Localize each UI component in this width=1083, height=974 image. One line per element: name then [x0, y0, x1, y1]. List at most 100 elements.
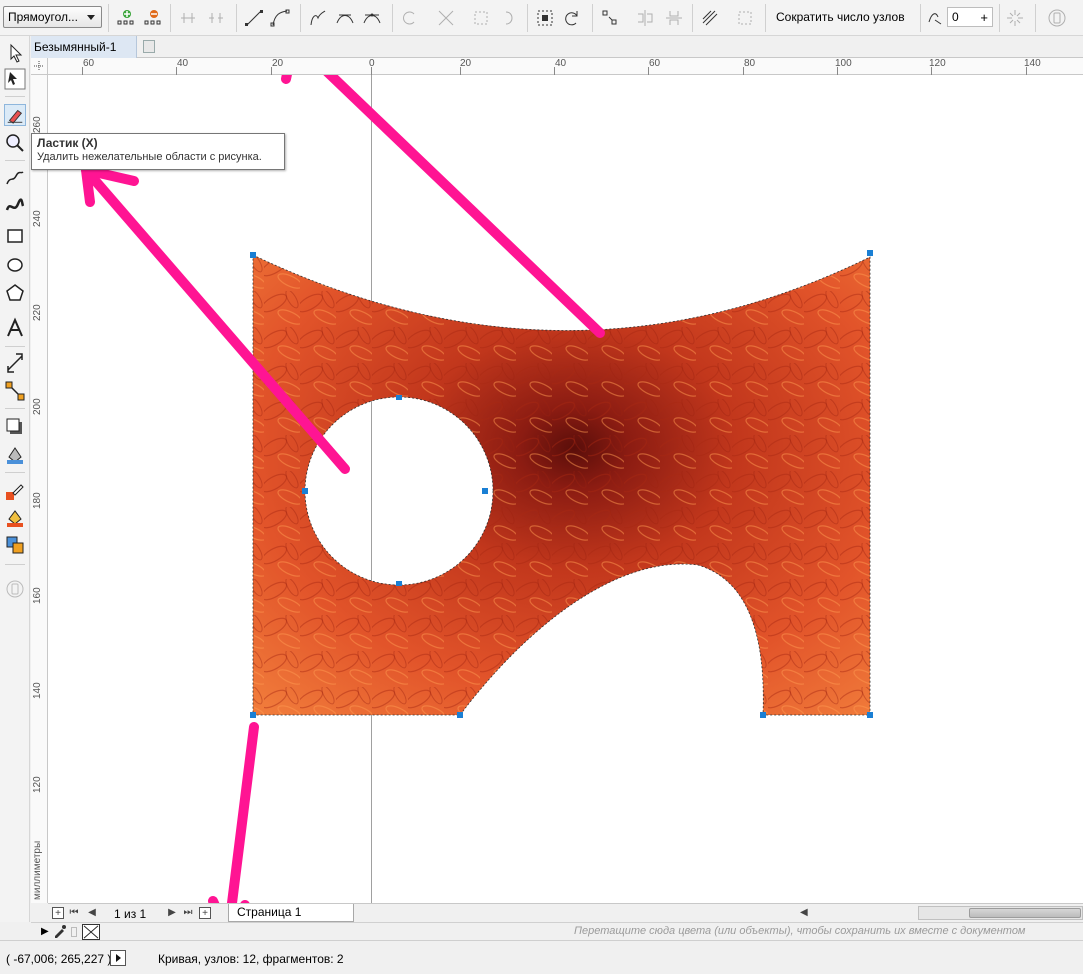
curve-smoothness-value: 0 — [952, 10, 959, 24]
page-tab[interactable]: Страница 1 — [228, 904, 354, 922]
pick-tool-icon[interactable] — [4, 42, 26, 64]
palette-eyedropper-icon[interactable] — [53, 924, 67, 938]
break-curve-icon[interactable] — [206, 8, 226, 28]
flower-bitmap[interactable] — [253, 255, 870, 715]
palette-expand-icon[interactable]: ▶ — [41, 926, 49, 937]
toolbar-separator — [236, 4, 237, 32]
toolbar-separator — [920, 4, 921, 32]
eraser-tooltip: Ластик (X) Удалить нежелательные области… — [31, 133, 285, 170]
ruler-tick — [82, 67, 83, 75]
zoom-tool-icon[interactable] — [4, 132, 26, 154]
coordinates-menu-button[interactable] — [110, 950, 126, 966]
h-ruler-label: 60 — [649, 58, 661, 69]
reflect-vertical-icon[interactable] — [664, 8, 684, 28]
scrollbar-thumb[interactable] — [969, 908, 1081, 918]
node-handle[interactable] — [867, 712, 873, 718]
ruler-origin[interactable] — [31, 58, 48, 75]
no-color-swatch-icon[interactable] — [82, 924, 100, 940]
node-handle[interactable] — [760, 712, 766, 718]
plus-icon[interactable]: + — [980, 10, 988, 25]
eyedropper-tool-icon[interactable] — [4, 480, 26, 502]
palette-swatch-empty[interactable] — [71, 927, 77, 937]
eraser-tool-icon[interactable] — [4, 104, 26, 126]
ruler-tick — [648, 67, 649, 75]
palette-hint: Перетащите сюда цвета (или объекты), что… — [574, 925, 1026, 937]
chevron-down-icon — [87, 15, 95, 20]
extract-subpath-icon[interactable] — [471, 8, 491, 28]
to-curve-icon[interactable] — [270, 8, 290, 28]
symmetric-node-icon[interactable] — [362, 8, 382, 28]
polygon-tool-icon[interactable] — [4, 282, 26, 304]
node-handle[interactable] — [482, 488, 488, 494]
stretch-nodes-icon[interactable] — [500, 8, 520, 28]
toolbox — [0, 36, 30, 922]
text-tool-icon[interactable] — [4, 317, 26, 339]
envelope-icon[interactable] — [1047, 8, 1067, 28]
toolbar-separator — [592, 4, 593, 32]
previous-page-icon[interactable]: ◀ — [86, 907, 98, 919]
document-palette[interactable]: ▶ Перетащите сюда цвета (или объекты), ч… — [31, 922, 1083, 940]
selection-mode-dropdown[interactable]: Прямоугол... — [3, 6, 102, 28]
h-ruler-label: 20 — [460, 58, 472, 69]
select-all-nodes-icon[interactable] — [735, 8, 755, 28]
last-page-icon[interactable]: ⏭ — [182, 907, 194, 919]
ruler-tick — [1026, 67, 1027, 75]
reflect-horizontal-icon[interactable] — [635, 8, 655, 28]
to-line-icon[interactable] — [244, 8, 264, 28]
connector-tool-icon[interactable] — [4, 380, 26, 402]
add-page-after-icon[interactable]: + — [199, 907, 211, 919]
property-bar: Прямоугол... Сократить число узлов 0 + — [0, 0, 1083, 36]
page-count: 1 из 1 — [114, 907, 147, 921]
align-nodes-icon[interactable] — [600, 8, 620, 28]
drawing-canvas[interactable] — [48, 75, 1083, 903]
toolbar-separator — [170, 4, 171, 32]
tooltip-description: Удалить нежелательные области с рисунка. — [37, 151, 262, 163]
document-tab[interactable]: Безымянный-1 — [31, 36, 137, 58]
toolbar-separator — [527, 4, 528, 32]
extend-curve-icon[interactable] — [436, 8, 456, 28]
freehand-tool-icon[interactable] — [4, 168, 26, 190]
node-handle[interactable] — [457, 712, 463, 718]
node-handle[interactable] — [396, 581, 402, 586]
artistic-media-icon[interactable] — [4, 196, 26, 218]
ruler-tick — [931, 67, 932, 75]
delete-node-icon[interactable] — [143, 8, 163, 28]
h-ruler-label: 80 — [744, 58, 756, 69]
cusp-node-icon[interactable] — [308, 8, 328, 28]
reverse-direction-icon[interactable] — [399, 8, 419, 28]
horizontal-scrollbar[interactable] — [918, 906, 1083, 920]
scroll-left-icon[interactable]: ◀ — [800, 907, 808, 918]
node-handle[interactable] — [867, 250, 873, 256]
add-node-icon[interactable] — [116, 8, 136, 28]
curve-smoothness-input[interactable]: 0 + — [947, 7, 993, 27]
rectangle-tool-icon[interactable] — [4, 225, 26, 247]
first-page-icon[interactable]: ⏮ — [68, 907, 80, 919]
horizontal-ruler[interactable]: 60 40 20 0 20 40 60 80 100 120 140 — [48, 58, 1083, 75]
ruler-tick — [371, 67, 372, 75]
smooth-node-icon[interactable] — [335, 8, 355, 28]
v-ruler-label: 160 — [32, 587, 43, 604]
vertical-ruler[interactable]: 260 240 220 200 180 160 140 120 миллимет… — [31, 75, 48, 903]
add-page-before-icon[interactable]: + — [52, 907, 64, 919]
join-nodes-icon[interactable] — [178, 8, 198, 28]
node-handle[interactable] — [396, 395, 402, 400]
next-page-icon[interactable]: ▶ — [166, 907, 178, 919]
node-sparkle-icon[interactable] — [1005, 8, 1025, 28]
rotate-skew-icon[interactable] — [562, 8, 582, 28]
drop-shadow-tool-icon[interactable] — [4, 416, 26, 438]
shape-tool-icon[interactable] — [4, 68, 26, 90]
transparency-tool-icon[interactable] — [4, 444, 26, 466]
ellipse-tool-icon[interactable] — [4, 254, 26, 276]
interactive-fill-icon[interactable] — [4, 507, 26, 529]
node-handle[interactable] — [250, 252, 256, 258]
new-document-tab-icon[interactable] — [143, 40, 155, 53]
v-ruler-label: 240 — [32, 210, 43, 227]
dimension-tool-icon[interactable] — [4, 352, 26, 374]
reduce-nodes-button[interactable]: Сократить число узлов — [776, 10, 905, 24]
stretch-scale-icon[interactable] — [535, 8, 555, 28]
node-handle[interactable] — [250, 712, 256, 718]
quick-customize-icon[interactable] — [4, 578, 26, 600]
smart-fill-icon[interactable] — [4, 534, 26, 556]
elastic-mode-icon[interactable] — [700, 8, 720, 28]
node-handle[interactable] — [302, 488, 308, 494]
